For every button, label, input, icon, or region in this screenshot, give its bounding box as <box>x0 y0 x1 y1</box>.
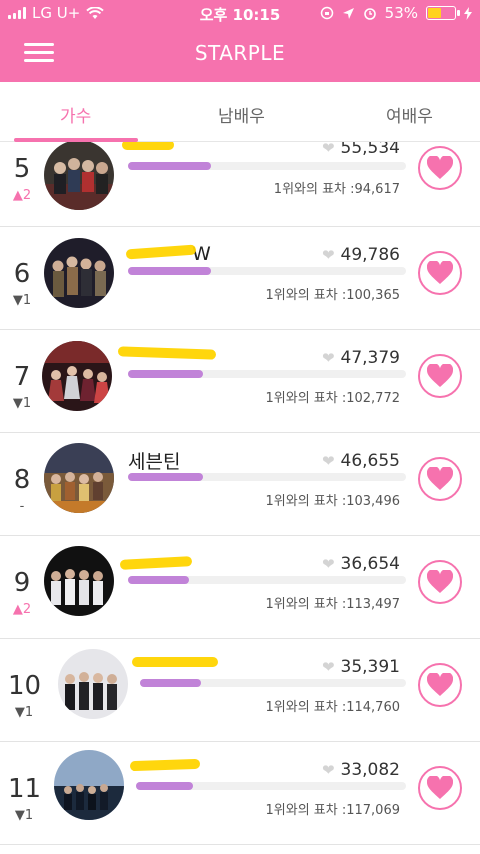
progress-track <box>128 576 406 584</box>
vote-count: ❤ 35,391 <box>321 657 400 677</box>
progress-fill <box>128 162 212 170</box>
vote-heart-button[interactable] <box>418 146 462 190</box>
heart-small-icon: ❤ <box>321 555 335 573</box>
app-header-bar: LG U+ 오후 10:15 53% STARPLE <box>0 0 480 82</box>
avatar <box>54 750 124 820</box>
heart-icon <box>427 776 453 799</box>
avatar <box>44 443 114 513</box>
tab-actress[interactable]: 여배우 <box>386 102 433 127</box>
heart-small-icon: ❤ <box>321 349 335 367</box>
list-item[interactable]: 9 ▲2 ❤ 36,654 1위와의 표차 :113,497 <box>0 536 480 639</box>
vote-count: ❤ 49,786 <box>321 245 400 265</box>
rank-number: 10 <box>8 671 42 701</box>
heart-small-icon: ❤ <box>321 658 335 676</box>
status-bar: LG U+ 오후 10:15 53% <box>0 0 480 26</box>
vote-gap-label: 1위와의 표차 :117,069 <box>265 803 400 818</box>
progress-track <box>128 162 406 170</box>
progress-track <box>128 370 406 378</box>
vote-count: ❤ 36,654 <box>321 554 400 574</box>
progress-fill <box>128 576 190 584</box>
rank-number: 9 <box>13 568 31 598</box>
heart-icon <box>427 673 453 696</box>
heart-icon <box>427 467 453 490</box>
progress-track <box>128 267 406 275</box>
progress-fill <box>128 267 212 275</box>
progress-track <box>136 782 406 790</box>
vote-heart-button[interactable] <box>418 251 462 295</box>
tab-singer[interactable]: 가수 <box>60 102 91 127</box>
list-item[interactable]: 10 ▼1 ❤ 35,391 1위와의 표차 :114,760 <box>0 639 480 742</box>
vote-heart-button[interactable] <box>418 457 462 501</box>
battery-percent: 53% <box>384 4 418 22</box>
vote-heart-button[interactable] <box>418 663 462 707</box>
progress-fill <box>128 370 204 378</box>
avatar <box>58 649 128 719</box>
vote-heart-button[interactable] <box>418 560 462 604</box>
vote-gap-label: 1위와의 표차 :113,497 <box>265 597 400 612</box>
list-item[interactable]: 6 ▼1 W ❤ 49,786 1위와의 표차 :100,365 <box>0 227 480 330</box>
battery-icon <box>426 6 460 20</box>
vote-gap-label: 1위와의 표차 :100,365 <box>265 288 400 303</box>
rank-change: - <box>19 499 25 514</box>
charging-icon <box>464 6 472 20</box>
avatar <box>44 142 114 210</box>
rank-change: ▲2 <box>12 188 32 203</box>
vote-heart-button[interactable] <box>418 766 462 810</box>
alarm-icon <box>363 8 376 20</box>
progress-fill <box>136 782 193 790</box>
vote-gap-label: 1위와의 표차 :103,496 <box>265 494 400 509</box>
heart-small-icon: ❤ <box>321 761 335 779</box>
list-item[interactable]: 7 ▼1 ❤ 47,379 1위와의 표차 :102,772 <box>0 330 480 433</box>
category-tabs: 가수 남배우 여배우 <box>0 82 480 142</box>
rank-change: ▲2 <box>12 602 32 617</box>
page-title: STARPLE <box>194 41 286 65</box>
heart-small-icon: ❤ <box>321 452 335 470</box>
avatar <box>44 238 114 308</box>
vote-count: ❤ 33,082 <box>321 760 400 780</box>
vote-gap-label: 1위와의 표차 :94,617 <box>273 182 400 197</box>
progress-track <box>128 473 406 481</box>
rank-change: ▼1 <box>14 705 34 720</box>
rank-number: 5 <box>13 154 31 184</box>
avatar <box>44 546 114 616</box>
redaction-scribble <box>125 244 197 260</box>
rank-change: ▼1 <box>12 293 32 308</box>
redaction-scribble <box>119 556 193 570</box>
heart-icon <box>427 570 453 593</box>
location-icon <box>342 7 354 19</box>
vote-heart-button[interactable] <box>418 354 462 398</box>
vote-count: ❤ 47,379 <box>321 348 400 368</box>
redaction-scribble <box>117 346 217 360</box>
progress-fill <box>140 679 202 687</box>
heart-icon <box>427 364 453 387</box>
heart-small-icon: ❤ <box>321 142 335 157</box>
vote-gap-label: 1위와의 표차 :114,760 <box>265 700 400 715</box>
heart-icon <box>427 261 453 284</box>
rank-number: 8 <box>13 465 31 495</box>
rank-number: 11 <box>8 774 42 804</box>
list-item[interactable]: 8 - 세븐틴 ❤ 46,655 1위와의 표차 :103,496 <box>0 433 480 536</box>
tab-actor[interactable]: 남배우 <box>218 102 265 127</box>
avatar <box>42 341 112 411</box>
progress-fill <box>128 473 204 481</box>
rank-number: 6 <box>13 259 31 289</box>
artist-name: 세븐틴 <box>128 451 181 473</box>
ranking-list: 5 ▲2 ❤ 55,534 1위와의 표차 :94,617 6 ▼1 W ❤ 4… <box>0 142 480 854</box>
heart-icon <box>427 156 453 179</box>
heart-small-icon: ❤ <box>321 246 335 264</box>
progress-track <box>140 679 406 687</box>
rank-change: ▼1 <box>12 396 32 411</box>
rank-change: ▼1 <box>14 808 34 823</box>
vote-count: ❤ 46,655 <box>321 451 400 471</box>
list-item[interactable]: 11 ▼1 ❤ 33,082 1위와의 표차 :117,069 <box>0 742 480 845</box>
rank-number: 7 <box>13 362 31 392</box>
vote-gap-label: 1위와의 표차 :102,772 <box>265 391 400 406</box>
rotation-lock-icon <box>320 6 333 20</box>
list-item[interactable]: 5 ▲2 ❤ 55,534 1위와의 표차 :94,617 <box>0 142 480 227</box>
vote-count: ❤ 55,534 <box>322 142 400 158</box>
redaction-scribble <box>129 758 201 772</box>
redaction-scribble <box>122 142 174 150</box>
redaction-scribble <box>132 657 218 667</box>
